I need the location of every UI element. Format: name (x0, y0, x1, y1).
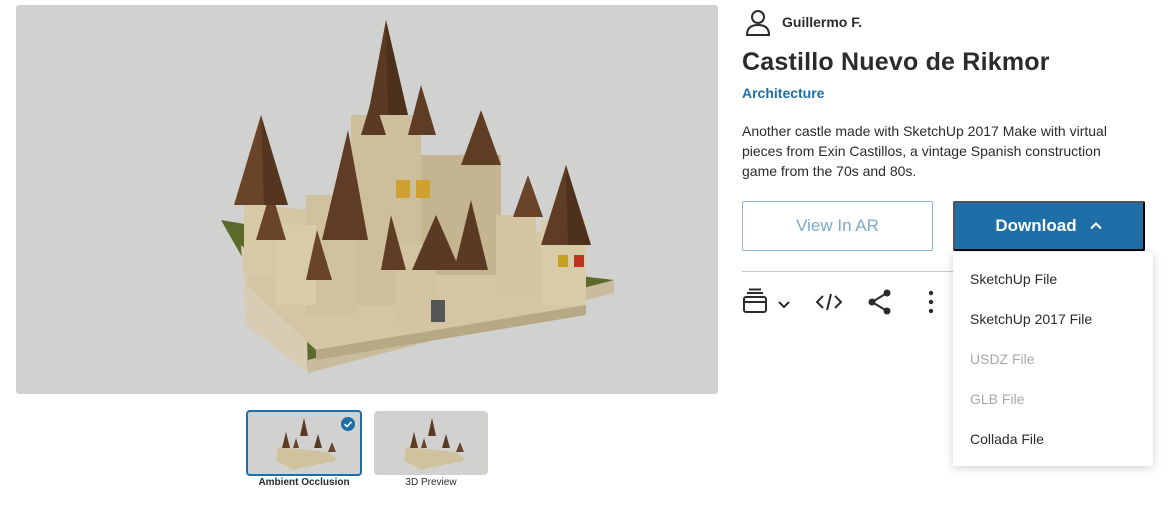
model-viewer[interactable] (16, 5, 718, 394)
chevron-up-icon (1089, 222, 1102, 230)
add-to-collection-button[interactable] (742, 288, 794, 316)
user-avatar-icon (742, 6, 774, 38)
view-in-ar-button[interactable]: View In AR (742, 201, 933, 251)
chevron-down-icon (778, 301, 790, 309)
castle-model-render (221, 20, 614, 373)
download-menu: SketchUp File SketchUp 2017 File USDZ Fi… (953, 252, 1153, 466)
thumbnail-label: 3D Preview (405, 477, 457, 488)
menu-item-collada-file[interactable]: Collada File (970, 431, 1044, 447)
category-link[interactable]: Architecture (742, 85, 824, 101)
download-button[interactable]: Download (953, 201, 1145, 251)
thumbnail-3d-preview[interactable] (374, 411, 488, 475)
author-link[interactable]: Guillermo F. (742, 6, 862, 38)
divider (742, 271, 953, 272)
model-title: Castillo Nuevo de Rikmor (742, 48, 1050, 76)
castle-thumbnail-image (404, 418, 466, 470)
menu-item-glb-file: GLB File (970, 391, 1025, 407)
author-name: Guillermo F. (782, 14, 863, 30)
model-description: Another castle made with SketchUp 2017 M… (742, 123, 1107, 179)
more-options-button[interactable] (923, 288, 939, 316)
thumbnail-label: Ambient Occlusion (258, 477, 350, 488)
menu-item-usdz-file: USDZ File (970, 351, 1035, 367)
collections-icon (743, 288, 790, 313)
menu-item-sketchup-2017-file[interactable]: SketchUp 2017 File (970, 311, 1092, 327)
share-icon (868, 289, 891, 315)
selected-check-icon (341, 417, 355, 431)
share-button[interactable] (867, 288, 893, 316)
download-button-label: Download (995, 216, 1077, 235)
embed-code-button[interactable] (815, 288, 843, 316)
thumbnail-ambient-occlusion[interactable] (246, 410, 362, 476)
embed-code-icon (815, 293, 843, 311)
more-vertical-icon (928, 290, 934, 314)
menu-item-sketchup-file[interactable]: SketchUp File (970, 271, 1057, 287)
